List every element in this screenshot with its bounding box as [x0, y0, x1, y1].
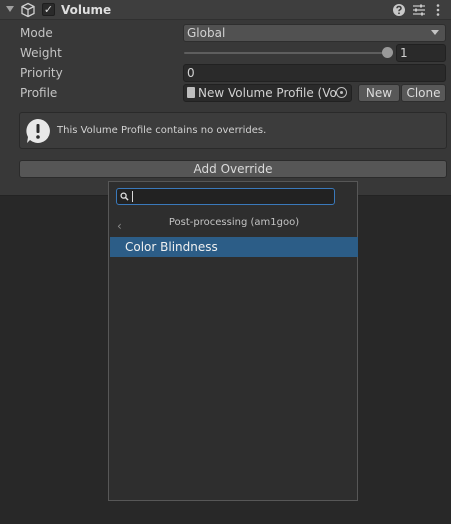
cube-icon — [21, 2, 35, 18]
search-icon — [120, 192, 129, 201]
section-title: Post-processing (am1goo) — [168, 217, 300, 228]
component-title: Volume — [61, 3, 112, 17]
chevron-down-icon — [431, 30, 439, 35]
info-icon — [26, 119, 50, 143]
priority-label: Priority — [20, 66, 63, 80]
asset-icon — [187, 87, 195, 98]
foldout-arrow-icon[interactable] — [6, 6, 14, 12]
presets-icon[interactable] — [411, 2, 427, 18]
volume-inspector: ✓ Volume Mode Global Weight 1 Priority 0… — [0, 0, 451, 196]
enabled-checkbox[interactable]: ✓ — [42, 3, 55, 16]
object-picker-icon[interactable] — [336, 87, 347, 98]
help-text: This Volume Profile contains no override… — [57, 125, 267, 136]
weight-label: Weight — [20, 46, 62, 60]
add-override-button[interactable]: Add Override — [19, 160, 447, 178]
text-caret — [132, 191, 133, 202]
priority-field[interactable]: 0 — [183, 64, 446, 82]
component-header[interactable]: ✓ Volume — [0, 0, 451, 20]
profile-label: Profile — [20, 86, 58, 100]
more-options-icon[interactable] — [430, 2, 446, 18]
new-profile-button[interactable]: New — [358, 84, 400, 102]
clone-profile-button[interactable]: Clone — [401, 84, 446, 102]
profile-value: New Volume Profile (Vo — [198, 86, 337, 100]
weight-field[interactable]: 1 — [396, 44, 446, 62]
list-item-color-blindness[interactable]: Color Blindness — [110, 237, 358, 257]
help-box: This Volume Profile contains no override… — [19, 112, 447, 149]
mode-dropdown[interactable]: Global — [183, 24, 446, 42]
add-override-popup: ‹ Post-processing (am1goo) Color Blindne… — [108, 181, 358, 501]
help-icon[interactable] — [391, 2, 407, 18]
weight-slider-track[interactable] — [184, 52, 390, 54]
search-input[interactable] — [116, 188, 335, 205]
weight-slider-thumb[interactable] — [382, 47, 393, 58]
mode-value: Global — [187, 26, 226, 40]
mode-label: Mode — [20, 26, 53, 40]
profile-object-field[interactable]: New Volume Profile (Vo — [183, 84, 352, 102]
